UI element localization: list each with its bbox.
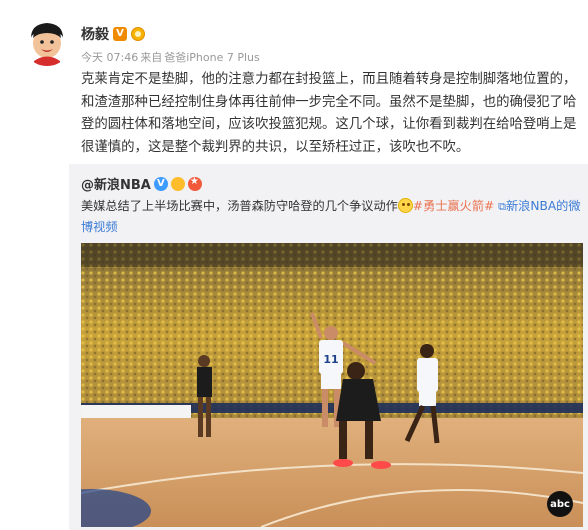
post-meta: 今天 07:46 来自 爸爸iPhone 7 Plus: [81, 49, 260, 65]
medal-icon: [131, 27, 145, 41]
author-name[interactable]: 杨毅: [81, 24, 109, 44]
abc-watermark-icon: abc: [547, 491, 573, 517]
post-time[interactable]: 今天 07:46: [81, 49, 138, 65]
repost-card: @新浪NBA V 美媒总结了上半场比赛中，汤普森防守哈登的几个争议动作 #勇士赢火…: [69, 164, 588, 530]
verified-icon: V: [113, 27, 127, 41]
surprised-emoji-icon: [397, 198, 413, 213]
repost-text-main: 美媒总结了上半场比赛中，汤普森防守哈登的几个争议动作: [81, 199, 398, 213]
repost-user[interactable]: @新浪NBA: [81, 174, 151, 193]
court-floor: [81, 418, 583, 527]
star-medal-icon: [187, 176, 202, 191]
hashtag-link[interactable]: #勇士赢火箭#: [413, 199, 494, 213]
video-play-icon: ⧉: [498, 200, 506, 213]
jersey-number: 11: [323, 353, 338, 366]
post-source[interactable]: 爸爸iPhone 7 Plus: [164, 49, 260, 65]
author-row: 杨毅 V: [81, 25, 145, 43]
author-avatar[interactable]: [22, 16, 72, 66]
repost-user-row: @新浪NBA V: [81, 174, 202, 193]
repost-text: 美媒总结了上半场比赛中，汤普森防守哈登的几个争议动作 #勇士赢火箭# ⧉新浪NBA…: [81, 196, 581, 237]
weibo-post: 杨毅 V 今天 07:46 来自 爸爸iPhone 7 Plus 克莱肯定不是垫…: [0, 0, 588, 530]
verified-blue-icon: V: [153, 176, 168, 191]
video-frame: 11: [81, 243, 583, 527]
video-player[interactable]: 11 abc: [81, 243, 583, 527]
avatar-cartoon-icon: [22, 16, 72, 66]
post-body: 克莱肯定不是垫脚，他的注意力都在封投篮上，而且随着转身是控制脚落地位置的，和渣渣…: [81, 72, 577, 155]
medal-icon: [170, 176, 185, 191]
source-prefix: 来自: [140, 51, 163, 64]
